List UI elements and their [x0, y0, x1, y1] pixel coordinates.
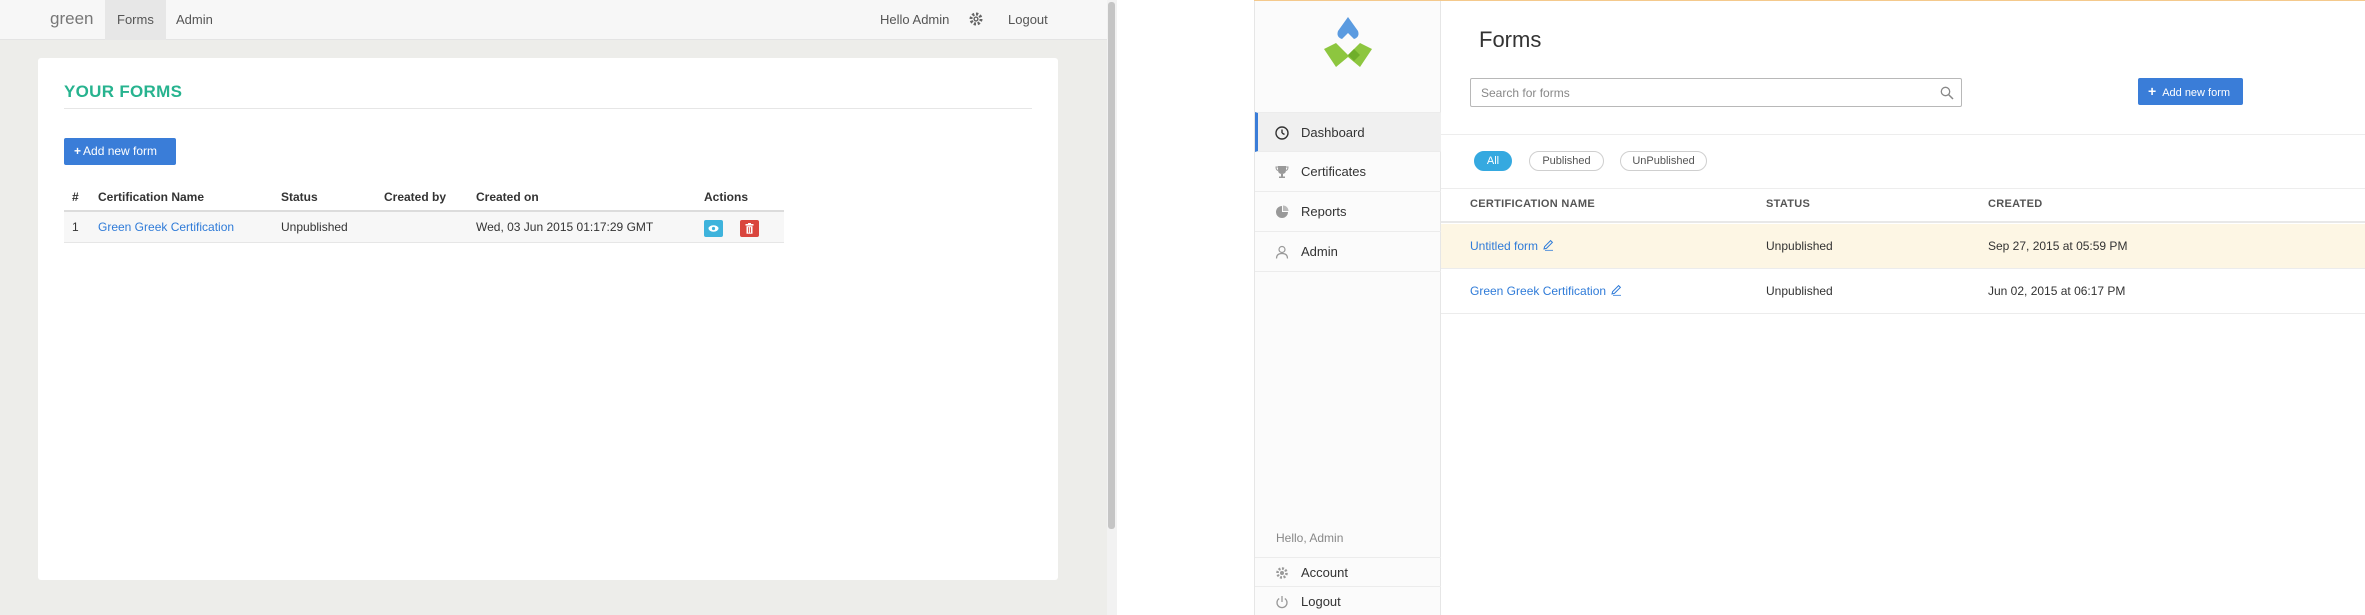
eye-icon: [708, 225, 719, 232]
brand-logo[interactable]: green: [50, 9, 93, 29]
form-status: Unpublished: [281, 220, 348, 234]
search-box: [1470, 78, 1962, 107]
scrollbar-thumb[interactable]: [1108, 2, 1115, 529]
sidebar-item-account[interactable]: Account: [1255, 557, 1441, 587]
column-header-created-on[interactable]: Created on: [476, 182, 539, 212]
column-header-created-by[interactable]: Created by: [384, 182, 446, 212]
column-header-actions: Actions: [704, 190, 749, 204]
legacy-app-panel: green Forms Admin Hello Admin Logout YOU…: [0, 0, 1107, 615]
sidebar-item-label: Reports: [1301, 204, 1347, 219]
sidebar-item-dashboard[interactable]: Dashboard: [1255, 112, 1441, 152]
form-name: Green Greek Certification: [1470, 284, 1607, 298]
app-logo[interactable]: [1320, 15, 1376, 77]
page-title: YOUR FORMS: [64, 82, 183, 101]
add-new-form-button[interactable]: + Add new form: [2138, 78, 2243, 105]
power-icon: [1275, 595, 1289, 609]
pencil-icon[interactable]: [1542, 225, 1554, 251]
sidebar-item-label: Logout: [1301, 594, 1341, 609]
trophy-icon: [1275, 165, 1289, 179]
plus-icon: +: [2148, 83, 2157, 99]
gear-icon: [1275, 566, 1289, 580]
gear-icon[interactable]: [968, 11, 984, 27]
sidebar-item-reports[interactable]: Reports: [1255, 192, 1441, 232]
search-input[interactable]: [1471, 79, 1931, 106]
user-greeting: Hello, Admin: [1276, 531, 1344, 545]
form-created: Sep 27, 2015 at 05:59 PM: [1988, 239, 2128, 253]
column-header-status[interactable]: STATUS: [1766, 198, 1810, 210]
page-title: Forms: [1479, 27, 1542, 52]
screenshot-stage: green Forms Admin Hello Admin Logout YOU…: [0, 0, 2365, 615]
sidebar-item-admin[interactable]: Admin: [1255, 232, 1441, 272]
nav-tab-admin[interactable]: Admin: [164, 0, 225, 40]
sidebar-item-label: Account: [1301, 565, 1348, 580]
column-header-created[interactable]: CREATED: [1988, 198, 2042, 210]
nav-tab-forms[interactable]: Forms: [105, 0, 166, 40]
form-name-link[interactable]: Green Greek Certification: [98, 212, 234, 242]
form-name-link[interactable]: Green Greek Certification: [1470, 269, 1622, 314]
forms-card: YOUR FORMS + Add new form # Certification…: [38, 58, 1058, 580]
sidebar-item-label: Admin: [1301, 244, 1338, 259]
delete-button[interactable]: [740, 220, 759, 237]
filter-published[interactable]: Published: [1529, 151, 1604, 171]
logo-icon: [1324, 17, 1372, 67]
column-header-name[interactable]: Certification Name: [98, 182, 204, 212]
divider: [64, 108, 1032, 109]
view-button[interactable]: [704, 220, 723, 237]
search-icon[interactable]: [1940, 86, 1954, 100]
pencil-icon[interactable]: [1610, 270, 1622, 296]
form-status: Unpublished: [1766, 239, 1833, 253]
divider: [1441, 221, 2365, 223]
filter-unpublished[interactable]: UnPublished: [1620, 151, 1707, 171]
user-greeting: Hello Admin: [880, 12, 950, 27]
add-new-form-label: Add new form: [83, 144, 158, 158]
form-created: Jun 02, 2015 at 06:17 PM: [1988, 284, 2126, 298]
form-created-on: Wed, 03 Jun 2015 01:17:29 GMT: [476, 220, 654, 234]
forms-table: # Certification Name Status Created by C…: [64, 182, 784, 243]
pie-chart-icon: [1275, 205, 1289, 219]
column-header-number: #: [72, 190, 79, 204]
sidebar-item-label: Certificates: [1301, 164, 1367, 179]
form-name-link[interactable]: Untitled form: [1470, 224, 1554, 269]
logout-link[interactable]: Logout: [1008, 0, 1048, 40]
divider: [1441, 188, 2365, 189]
divider: [1441, 134, 2365, 135]
sidebar-item-logout[interactable]: Logout: [1255, 587, 1441, 615]
table-row[interactable]: Untitled form Unpublished Sep 27, 2015 a…: [1441, 224, 2365, 269]
redesigned-app-panel: Dashboard Certificates Reports Admin Hel…: [1254, 0, 2365, 615]
sidebar-item-label: Dashboard: [1301, 125, 1365, 140]
sidebar-item-certificates[interactable]: Certificates: [1255, 152, 1441, 192]
plus-icon: +: [74, 144, 82, 158]
users-icon: [1275, 245, 1289, 259]
row-number: 1: [72, 220, 79, 234]
form-name: Untitled form: [1470, 239, 1539, 253]
filter-all[interactable]: All: [1474, 151, 1512, 171]
column-header-certification-name[interactable]: CERTIFICATION NAME: [1470, 198, 1595, 210]
main-content: Forms + Add new form All Published UnPubl…: [1441, 1, 2365, 615]
table-header: # Certification Name Status Created by C…: [64, 182, 784, 212]
trash-icon: [745, 223, 754, 234]
dashboard-icon: [1275, 126, 1289, 140]
add-new-form-button[interactable]: + Add new form: [64, 138, 176, 165]
top-navbar: green Forms Admin Hello Admin Logout: [0, 0, 1107, 40]
table-row[interactable]: Green Greek Certification Unpublished Ju…: [1441, 269, 2365, 314]
table-row: 1 Green Greek Certification Unpublished …: [64, 212, 784, 243]
add-new-form-label: Add new form: [2162, 87, 2231, 99]
sidebar: Dashboard Certificates Reports Admin Hel…: [1254, 1, 1441, 615]
form-status: Unpublished: [1766, 284, 1833, 298]
column-header-status[interactable]: Status: [281, 182, 318, 212]
